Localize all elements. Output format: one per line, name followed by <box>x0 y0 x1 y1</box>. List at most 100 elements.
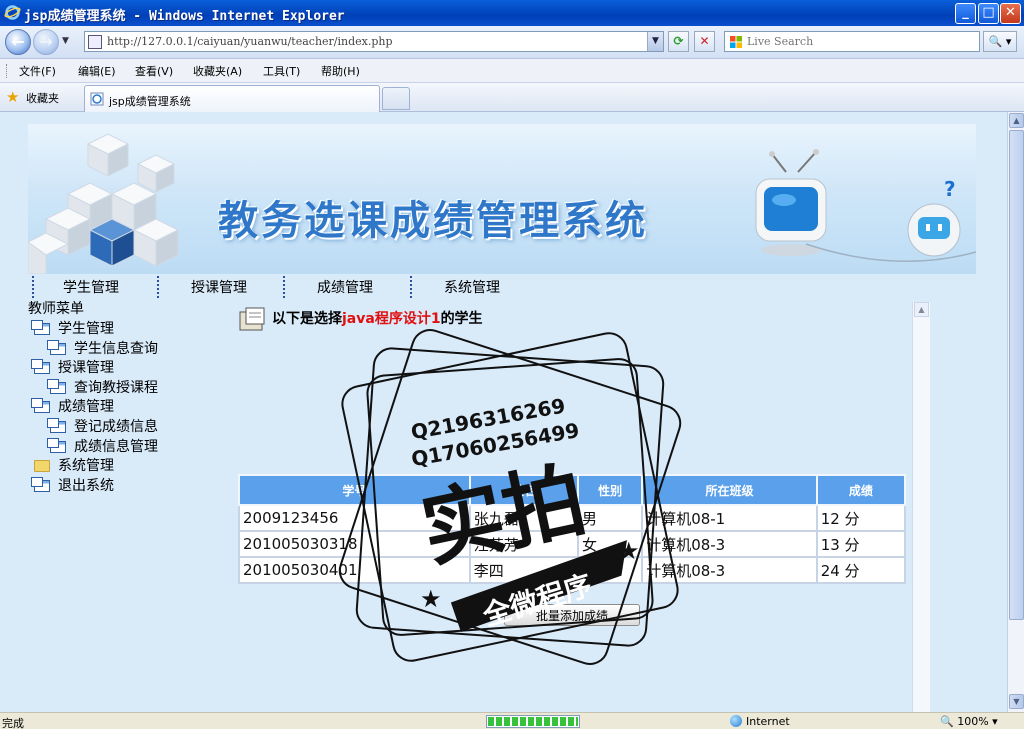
column-header: 学号 <box>238 474 471 506</box>
maximize-button[interactable]: □ <box>978 3 999 24</box>
menu-edit[interactable]: 编辑(E) <box>78 63 116 79</box>
sidebar-item-system-management[interactable]: 系统管理 <box>34 455 114 475</box>
menu-favorites[interactable]: 收藏夹(A) <box>193 63 242 79</box>
scroll-up-icon[interactable]: ▲ <box>914 302 929 317</box>
favorites-button[interactable]: 收藏夹 <box>26 90 59 106</box>
sidebar-item-label: 授课管理 <box>58 360 114 376</box>
sidebar-item-course-management[interactable]: 授课管理 <box>31 357 114 377</box>
url-dropdown-icon[interactable]: ▼ <box>647 32 663 51</box>
scroll-thumb[interactable] <box>1009 130 1024 620</box>
heading-prefix: 以下是选择 <box>272 311 342 327</box>
svg-text:?: ? <box>944 177 956 201</box>
new-tab-button[interactable] <box>382 87 410 110</box>
sidebar-item-query-courses[interactable]: 查询教授课程 <box>47 377 158 397</box>
sidebar-item-student-management[interactable]: 学生管理 <box>31 318 114 338</box>
zoom-control[interactable]: 🔍 100% ▾ <box>940 715 998 728</box>
nav-course-management[interactable]: 授课管理 <box>191 277 247 297</box>
security-zone[interactable]: Internet <box>730 715 790 728</box>
table-row: 201005030401 李四 男 计算机08-3 24 分 <box>238 556 907 584</box>
sidebar-item-manage-grades[interactable]: 成绩信息管理 <box>47 436 158 456</box>
tab-title: jsp成绩管理系统 <box>109 95 191 108</box>
course-name: java程序设计1 <box>342 311 441 327</box>
url-box[interactable]: ▼ <box>84 31 664 52</box>
cell-gender: 男 <box>576 504 644 532</box>
batch-add-grades-button[interactable]: 批量添加成绩 <box>504 604 640 626</box>
window-icon <box>31 398 50 413</box>
heading-suffix: 的学生 <box>440 311 483 327</box>
panel-scrollbar[interactable]: ▲ <box>912 302 930 712</box>
stop-button[interactable]: ✕ <box>694 31 715 52</box>
sidebar-item-label: 系统管理 <box>58 458 114 474</box>
nav-student-management[interactable]: 学生管理 <box>63 277 119 297</box>
window-icon <box>31 477 50 492</box>
globe-icon <box>730 715 742 727</box>
cell-student-id: 201005030318 <box>238 530 471 558</box>
sidebar-item-grade-management[interactable]: 成绩管理 <box>31 396 114 416</box>
cell-class: 计算机08-3 <box>641 556 818 584</box>
sidebar-item-student-query[interactable]: 学生信息查询 <box>47 338 158 358</box>
sidebar-item-label: 成绩信息管理 <box>74 439 158 455</box>
scroll-down-icon[interactable]: ▼ <box>1009 694 1024 709</box>
ie-page-icon <box>90 92 104 106</box>
search-input[interactable] <box>747 35 967 48</box>
page-heading: 以下是选择java程序设计1的学生 <box>238 306 483 332</box>
column-header: 所在班级 <box>641 474 818 506</box>
sidebar-item-label: 登记成绩信息 <box>74 419 158 435</box>
tv-mascot-graphic: ? <box>755 149 976 263</box>
search-button[interactable]: 🔍 ▾ <box>983 31 1017 52</box>
menu-help[interactable]: 帮助(H) <box>321 63 360 79</box>
search-box[interactable] <box>724 31 980 52</box>
close-button[interactable]: ✕ <box>1000 3 1021 24</box>
window-title: jsp成绩管理系统 - Windows Internet Explorer <box>24 9 345 24</box>
cell-student-id: 2009123456 <box>238 504 471 532</box>
title-bar: jsp成绩管理系统 - Windows Internet Explorer _ … <box>0 0 1024 26</box>
menu-file[interactable]: 文件(F) <box>19 63 56 79</box>
window-icon <box>31 320 50 335</box>
nav-separator <box>32 276 34 298</box>
nav-system-management[interactable]: 系统管理 <box>444 277 500 297</box>
status-text: 完成 <box>2 717 24 729</box>
toolbar-grip <box>6 64 9 78</box>
window-icon <box>47 340 66 355</box>
page-scrollbar[interactable]: ▲ ▼ <box>1007 112 1024 712</box>
tab-current[interactable]: jsp成绩管理系统 <box>84 85 380 112</box>
progress-fill <box>488 717 578 726</box>
nav-grade-management[interactable]: 成绩管理 <box>317 277 373 297</box>
favorites-star-icon[interactable]: ★ <box>6 88 19 106</box>
sidebar-item-label: 学生管理 <box>58 321 114 337</box>
column-header: 姓名 <box>468 474 580 506</box>
top-navigation: 学生管理 授课管理 成绩管理 系统管理 <box>28 274 548 298</box>
menu-view[interactable]: 查看(V) <box>135 63 173 79</box>
scroll-up-icon[interactable]: ▲ <box>1009 113 1024 128</box>
nav-separator <box>157 276 159 298</box>
window-icon <box>31 359 50 374</box>
url-input[interactable] <box>107 35 627 48</box>
table-row: 2009123456 张九磊 男 计算机08-1 12 分 <box>238 504 907 532</box>
minimize-button[interactable]: _ <box>955 3 976 24</box>
sidebar-item-label: 查询教授课程 <box>74 380 158 396</box>
cell-student-id: 201005030401 <box>238 556 471 584</box>
table-row: 201005030318 汪芳芳 女 计算机08-3 13 分 <box>238 530 907 558</box>
clipboard-icon <box>238 306 268 332</box>
cell-class: 计算机08-1 <box>641 504 818 532</box>
back-button[interactable]: ← <box>5 29 31 55</box>
folder-icon <box>34 460 50 472</box>
favorites-bar: ★ 收藏夹 jsp成绩管理系统 <box>0 83 1024 112</box>
nav-separator <box>283 276 285 298</box>
sidebar-item-logout[interactable]: 退出系统 <box>31 475 114 495</box>
cell-class: 计算机08-3 <box>641 530 818 558</box>
refresh-button[interactable]: ⟳ <box>668 31 689 52</box>
table-header-row: 学号 姓名 性别 所在班级 成绩 <box>238 474 907 506</box>
grades-table: 学号 姓名 性别 所在班级 成绩 2009123456 张九磊 男 计算机08-… <box>238 474 907 584</box>
column-header: 成绩 <box>815 474 907 506</box>
cell-name: 张九磊 <box>468 504 580 532</box>
sidebar-item-register-grades[interactable]: 登记成绩信息 <box>47 416 158 436</box>
history-dropdown-icon[interactable]: ▼ <box>62 36 69 46</box>
cell-name: 李四 <box>468 556 580 584</box>
sidebar-header: 教师菜单 <box>28 301 84 317</box>
zoom-level: 100% <box>957 715 989 728</box>
banner-title: 教务选课成绩管理系统 <box>218 198 648 244</box>
forward-button[interactable]: → <box>33 29 59 55</box>
menu-tools[interactable]: 工具(T) <box>263 63 300 79</box>
cell-gender: 男 <box>576 556 644 584</box>
